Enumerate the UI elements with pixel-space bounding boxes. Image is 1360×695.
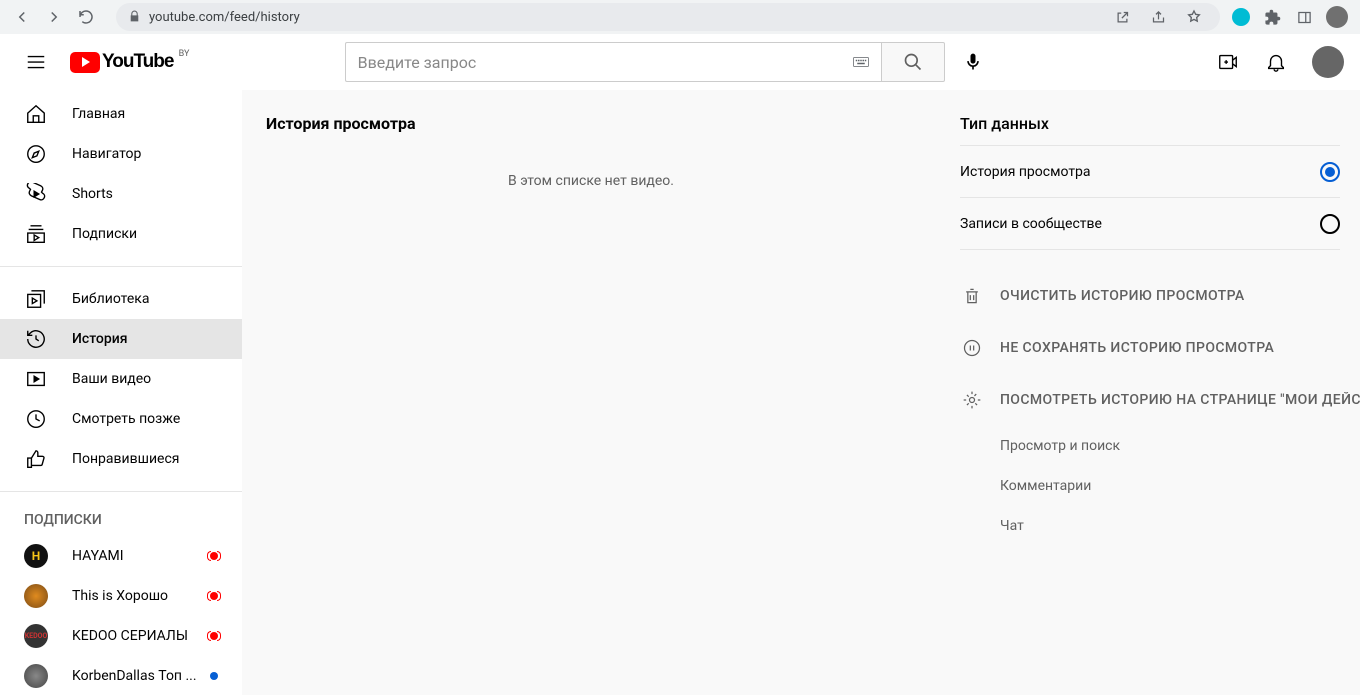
sidebar-item-subscriptions[interactable]: Подписки xyxy=(0,214,242,254)
sidebar-channel-1[interactable]: This is Хорошо xyxy=(0,576,242,616)
history-type-title: Тип данных xyxy=(960,114,1340,146)
gear-icon xyxy=(960,390,984,410)
youtube-header: YouTube BY xyxy=(0,34,1360,90)
live-icon xyxy=(210,592,218,600)
radio-unchecked-icon xyxy=(1320,214,1340,234)
radio-checked-icon xyxy=(1320,162,1340,182)
youtube-logo-text: YouTube xyxy=(102,51,173,73)
open-external-icon[interactable] xyxy=(1112,7,1132,27)
channel-avatar: KEDOO xyxy=(24,624,48,648)
sidebar-channel-2[interactable]: KEDOO KEDOO СЕРИАЛЫ xyxy=(0,616,242,656)
extensions-puzzle-icon[interactable] xyxy=(1262,7,1282,27)
trash-icon xyxy=(960,286,984,306)
pause-history-button[interactable]: НЕ СОХРАНЯТЬ ИСТОРИЮ ПРОСМОТРА xyxy=(960,322,1360,374)
link-watch-search[interactable]: Просмотр и поиск xyxy=(960,426,1360,466)
history-type-watch[interactable]: История просмотра xyxy=(960,146,1340,198)
your-videos-icon xyxy=(24,367,48,391)
sidebar-channel-3[interactable]: KorbenDallas Топ ... xyxy=(0,656,242,695)
clock-icon xyxy=(24,407,48,431)
compass-icon xyxy=(24,142,48,166)
search-button[interactable] xyxy=(881,42,945,82)
share-icon[interactable] xyxy=(1148,7,1168,27)
reload-button[interactable] xyxy=(72,3,100,31)
sidebar-item-explore[interactable]: Навигатор xyxy=(0,134,242,174)
link-chat[interactable]: Чат xyxy=(960,506,1360,546)
subscriptions-icon xyxy=(24,222,48,246)
sidebar-item-shorts[interactable]: Shorts xyxy=(0,174,242,214)
youtube-logo[interactable]: YouTube BY xyxy=(70,51,173,73)
extension-icon[interactable] xyxy=(1232,8,1250,26)
browser-profile-avatar[interactable] xyxy=(1326,6,1348,28)
channel-avatar xyxy=(24,664,48,688)
lock-icon xyxy=(128,8,141,27)
sidebar-item-watch-later[interactable]: Смотреть позже xyxy=(0,399,242,439)
notifications-button[interactable] xyxy=(1256,42,1296,82)
browser-toolbar: youtube.com/feed/history xyxy=(0,0,1360,34)
sidebar: Главная Навигатор Shorts Подписки Библио… xyxy=(0,90,242,695)
history-icon xyxy=(24,327,48,351)
live-icon xyxy=(210,632,218,640)
bookmark-star-icon[interactable] xyxy=(1184,7,1204,27)
thumbs-up-icon xyxy=(24,447,48,471)
search-input[interactable] xyxy=(345,42,841,82)
sidebar-subscriptions-title: ПОДПИСКИ xyxy=(0,504,242,536)
menu-button[interactable] xyxy=(16,42,56,82)
live-icon xyxy=(210,552,218,560)
new-dot-icon xyxy=(210,672,218,680)
link-comments[interactable]: Комментарии xyxy=(960,466,1360,506)
forward-button[interactable] xyxy=(40,3,68,31)
address-bar[interactable]: youtube.com/feed/history xyxy=(116,3,1220,31)
library-icon xyxy=(24,287,48,311)
right-panel: Тип данных История просмотра Записи в со… xyxy=(940,90,1360,695)
create-button[interactable] xyxy=(1208,42,1248,82)
main-content: История просмотра В этом списке нет виде… xyxy=(242,90,1360,695)
sidepanel-icon[interactable] xyxy=(1294,7,1314,27)
pause-icon xyxy=(960,338,984,358)
sidebar-item-library[interactable]: Библиотека xyxy=(0,279,242,319)
sidebar-item-liked[interactable]: Понравившиеся xyxy=(0,439,242,479)
clear-history-button[interactable]: ОЧИСТИТЬ ИСТОРИЮ ПРОСМОТРА xyxy=(960,270,1360,322)
youtube-country-code: BY xyxy=(179,49,190,59)
url-text: youtube.com/feed/history xyxy=(149,10,1100,25)
sidebar-item-history[interactable]: История xyxy=(0,319,242,359)
youtube-play-icon xyxy=(70,52,100,73)
manage-history-button[interactable]: ПОСМОТРЕТЬ ИСТОРИЮ НА СТРАНИЦЕ "МОИ ДЕЙС xyxy=(960,374,1360,426)
history-type-community[interactable]: Записи в сообществе xyxy=(960,198,1340,250)
back-button[interactable] xyxy=(8,3,36,31)
user-avatar[interactable] xyxy=(1312,46,1344,78)
keyboard-icon[interactable] xyxy=(841,42,881,82)
home-icon xyxy=(24,102,48,126)
sidebar-channel-0[interactable]: H HAYAMI xyxy=(0,536,242,576)
channel-avatar xyxy=(24,584,48,608)
empty-message: В этом списке нет видео. xyxy=(266,173,916,189)
page-title: История просмотра xyxy=(266,114,916,133)
sidebar-item-your-videos[interactable]: Ваши видео xyxy=(0,359,242,399)
voice-search-button[interactable] xyxy=(953,42,993,82)
shorts-icon xyxy=(24,182,48,206)
sidebar-item-home[interactable]: Главная xyxy=(0,94,242,134)
channel-avatar: H xyxy=(24,544,48,568)
